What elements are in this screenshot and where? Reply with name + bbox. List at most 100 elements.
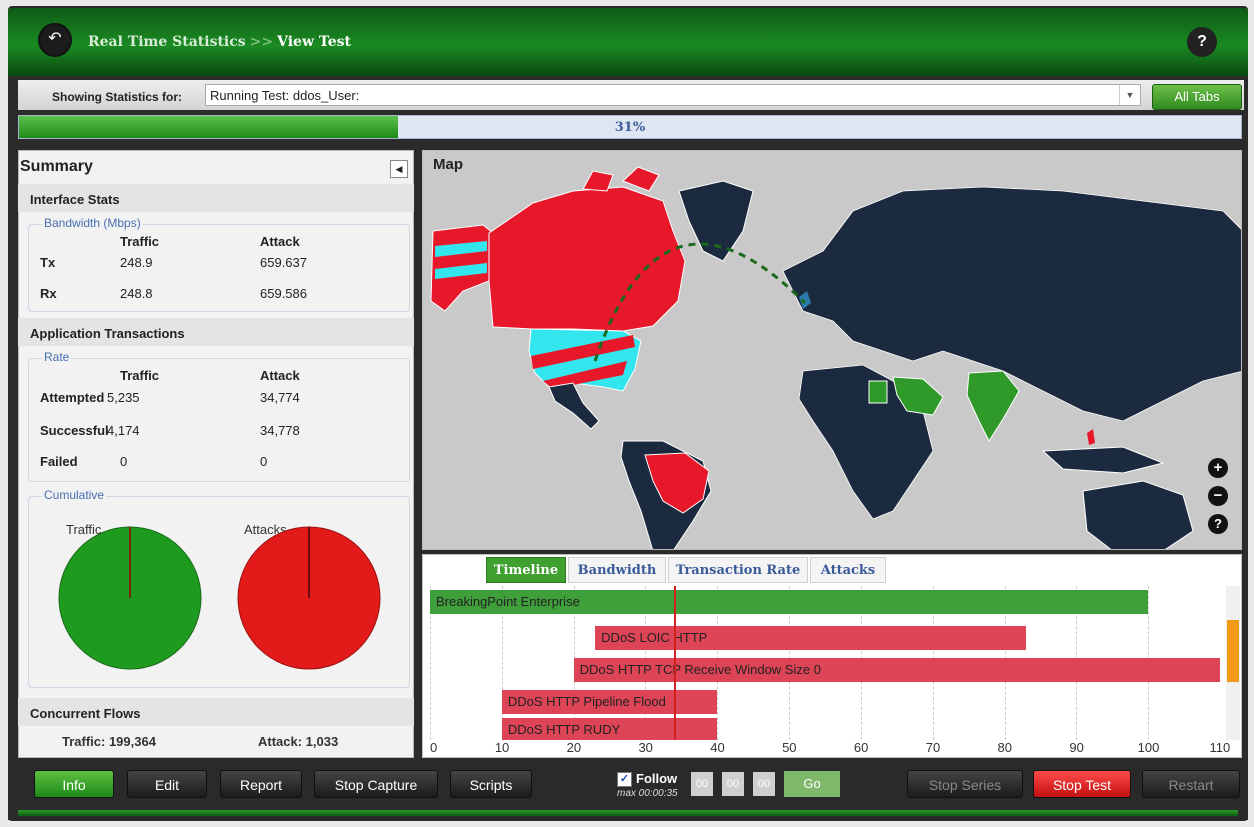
app-transactions-heading: Application Transactions xyxy=(18,318,414,346)
tab-transaction-rate[interactable]: Transaction Rate xyxy=(668,557,808,583)
chevron-down-icon[interactable]: ▼ xyxy=(1119,85,1140,105)
concurrent-traffic: Traffic: 199,364 xyxy=(62,734,156,749)
edit-button[interactable]: Edit xyxy=(127,770,207,798)
rate-row-label: Failed xyxy=(40,454,78,469)
follow-max-time: max 00:00:35 xyxy=(617,788,678,799)
info-button[interactable]: Info xyxy=(34,770,114,798)
successful-traffic: 4,174 xyxy=(107,423,140,438)
test-progress-bar: 31% xyxy=(18,115,1242,139)
attacks-pie xyxy=(237,526,381,670)
bandwidth-col-attack: Attack xyxy=(260,234,300,249)
map-region-australia xyxy=(1082,480,1194,549)
attempted-traffic: 5,235 xyxy=(107,390,140,405)
tab-bandwidth[interactable]: Bandwidth xyxy=(568,557,666,583)
timeline-cursor xyxy=(674,586,677,740)
timeline-scroll-thumb[interactable] xyxy=(1227,620,1239,682)
successful-attack: 34,778 xyxy=(260,423,300,438)
bandwidth-rx-traffic: 248.8 xyxy=(120,286,153,301)
test-select-value: Running Test: ddos_User: xyxy=(210,88,360,103)
tab-attacks[interactable]: Attacks xyxy=(810,557,886,583)
follow-checkbox[interactable]: ✓ xyxy=(617,772,632,787)
breadcrumb: Real Time Statistics >> View Test xyxy=(88,34,351,50)
timeline-tick-label: 0 xyxy=(430,740,438,755)
timeline-tick-label: 40 xyxy=(710,740,725,755)
map-region-philippines xyxy=(1087,429,1095,445)
time-seconds-input[interactable]: 00 xyxy=(753,772,775,796)
timeline-scrollbar[interactable] xyxy=(1226,586,1240,740)
map-region-egypt xyxy=(868,380,888,404)
interface-stats-heading: Interface Stats xyxy=(18,184,414,212)
bandwidth-legend: Bandwidth (Mbps) xyxy=(42,216,143,230)
timeline-tick-label: 50 xyxy=(782,740,797,755)
cumulative-legend: Cumulative xyxy=(42,488,107,502)
timeline-bar[interactable]: DDoS LOIC HTTP xyxy=(595,626,1027,650)
bandwidth-tx-traffic: 248.9 xyxy=(120,255,153,270)
rate-legend: Rate xyxy=(42,350,72,364)
follow-label: Follow xyxy=(636,771,678,786)
map-region-india xyxy=(966,370,1020,443)
rate-col-traffic: Traffic xyxy=(120,368,160,383)
timeline-tick-label: 70 xyxy=(925,740,941,755)
scripts-button[interactable]: Scripts xyxy=(450,770,532,798)
bandwidth-col-traffic: Traffic xyxy=(120,234,160,249)
timeline-bar[interactable]: DDoS HTTP Pipeline Flood xyxy=(501,690,718,714)
zoom-out-icon[interactable]: − xyxy=(1208,486,1228,506)
map-region-indonesia xyxy=(1041,446,1165,474)
timeline-tick-label: 110 xyxy=(1209,740,1231,755)
restart-button[interactable]: Restart xyxy=(1142,770,1240,798)
bandwidth-row-label: Tx xyxy=(40,255,56,270)
stop-series-button[interactable]: Stop Series xyxy=(907,770,1023,798)
bandwidth-group xyxy=(28,224,410,312)
rate-row-label: Attempted xyxy=(40,390,105,405)
rate-group xyxy=(28,358,410,482)
breadcrumb-separator: >> xyxy=(249,34,274,50)
bandwidth-tx-attack: 659.637 xyxy=(260,255,307,270)
test-select[interactable]: Running Test: ddos_User: ▼ xyxy=(205,84,1141,106)
failed-attack: 0 xyxy=(260,454,268,469)
zoom-in-icon[interactable]: + xyxy=(1208,458,1228,478)
attempted-attack: 34,774 xyxy=(260,390,300,405)
timeline-axis: 0 10 20 30 40 50 60 70 80 90 100 110 xyxy=(420,740,1240,758)
world-map-graphic xyxy=(430,166,1241,549)
timeline-chart: BreakingPoint Enterprise DDoS LOIC HTTP DD… xyxy=(430,586,1220,740)
map-region-greenland xyxy=(678,180,754,262)
stop-test-button[interactable]: Stop Test xyxy=(1033,770,1131,798)
stop-capture-button[interactable]: Stop Capture xyxy=(314,770,438,798)
all-tabs-button[interactable]: All Tabs xyxy=(1152,84,1242,110)
rate-row-label: Successful xyxy=(40,423,109,438)
timeline-tick-label: 10 xyxy=(494,740,510,755)
help-icon[interactable]: ? xyxy=(1187,27,1217,57)
bandwidth-row-label: Rx xyxy=(40,286,57,301)
timeline-bar[interactable]: BreakingPoint Enterprise xyxy=(430,590,1149,614)
map-help-icon[interactable]: ? xyxy=(1208,514,1228,534)
world-map[interactable] xyxy=(422,150,1242,550)
report-button[interactable]: Report xyxy=(220,770,302,798)
timeline-tick-label: 100 xyxy=(1137,740,1160,755)
collapse-panel-icon[interactable]: ◀ xyxy=(390,160,408,178)
timeline-tick-label: 60 xyxy=(853,740,869,755)
breadcrumb-parent[interactable]: Real Time Statistics xyxy=(88,34,246,50)
breadcrumb-current: View Test xyxy=(277,34,351,50)
timeline-tick-label: 90 xyxy=(1069,740,1084,755)
summary-title: Summary xyxy=(20,158,93,175)
timeline-bar[interactable]: DDoS HTTP RUDY xyxy=(501,718,718,740)
timeline-tick-label: 20 xyxy=(566,740,582,755)
tab-timeline[interactable]: Timeline xyxy=(486,557,566,583)
failed-traffic: 0 xyxy=(120,454,128,469)
concurrent-flows-heading: Concurrent Flows xyxy=(18,698,414,726)
time-minutes-input[interactable]: 00 xyxy=(722,772,744,796)
go-button[interactable]: Go xyxy=(784,771,840,797)
timeline-bar[interactable]: DDoS HTTP TCP Receive Window Size 0 xyxy=(573,658,1220,682)
time-hours-input[interactable]: 00 xyxy=(691,772,713,796)
concurrent-attack: Attack: 1,033 xyxy=(258,734,339,749)
progress-percent: 31% xyxy=(614,120,646,135)
rate-col-attack: Attack xyxy=(260,368,300,383)
timeline-tick-label: 30 xyxy=(638,740,653,755)
traffic-pie xyxy=(58,526,202,670)
timeline-tick-label: 80 xyxy=(997,740,1012,755)
map-region-mexico xyxy=(548,382,600,430)
back-arrow-icon[interactable]: ↶ xyxy=(38,23,72,57)
bandwidth-rx-attack: 659.586 xyxy=(260,286,307,301)
bottom-accent-line xyxy=(18,810,1238,816)
showing-label: Showing Statistics for: xyxy=(52,90,183,104)
